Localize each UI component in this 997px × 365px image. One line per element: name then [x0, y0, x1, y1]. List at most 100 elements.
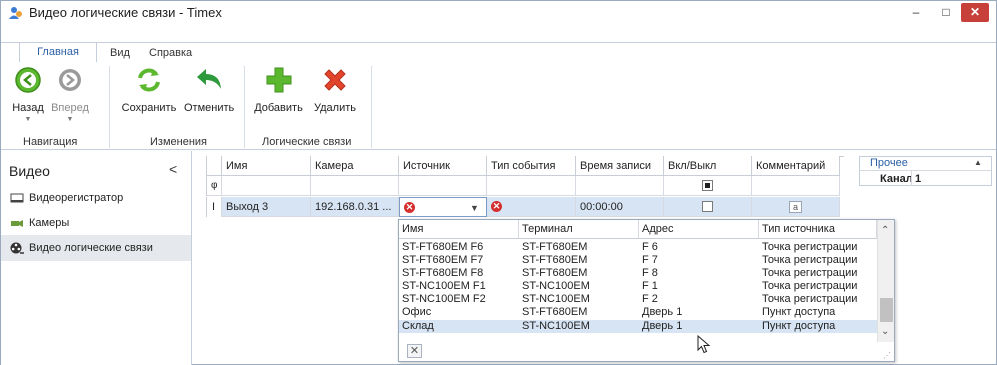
popup-column-terminal[interactable]: Терминал: [519, 220, 639, 239]
column-header-camera[interactable]: Камера: [311, 156, 399, 176]
filter-cell-enabled[interactable]: [664, 176, 752, 196]
list-item[interactable]: ST-FT680EM F7 ST-FT680EM F 7 Точка регис…: [399, 254, 877, 267]
item-name: ST-NC100EM F1: [402, 280, 486, 292]
maximize-button[interactable]: □: [931, 1, 961, 23]
ribbon-separator: [109, 66, 110, 148]
source-combo[interactable]: ✕ ▼: [399, 197, 487, 217]
chevron-down-icon[interactable]: ▼: [470, 198, 479, 216]
forward-button[interactable]: Вперед ▼: [50, 65, 90, 123]
filter-row-marker: φ: [206, 176, 222, 196]
cell-camera[interactable]: 192.168.0.31 ...: [311, 197, 399, 217]
indeterminate-checkbox[interactable]: [702, 179, 713, 191]
filter-cell-camera[interactable]: [311, 176, 399, 196]
item-address: F 8: [642, 267, 658, 279]
list-item[interactable]: ST-NC100EM F2 ST-NC100EM F 2 Точка регис…: [399, 293, 877, 306]
column-header-enabled[interactable]: Вкл/Выкл: [664, 156, 752, 176]
minimize-button[interactable]: –: [901, 1, 931, 23]
plus-icon: [266, 67, 291, 93]
nav-collapse-button[interactable]: <: [169, 161, 177, 177]
forward-dropdown-icon[interactable]: ▼: [50, 116, 90, 123]
cell-event-type[interactable]: ✕: [487, 197, 576, 217]
ribbon: Назад ▼ Вперед ▼ Навигация Сохранить Отм…: [1, 62, 996, 150]
scroll-down-icon[interactable]: ⌄: [881, 326, 889, 337]
scroll-up-icon[interactable]: ⌃: [881, 225, 889, 236]
delete-label: Удалить: [314, 102, 356, 114]
tab-view[interactable]: Вид: [110, 44, 130, 62]
popup-column-source-type[interactable]: Тип источника: [759, 220, 877, 239]
item-name: ST-NC100EM F2: [402, 293, 486, 305]
filter-cell-source[interactable]: [399, 176, 487, 196]
save-label: Сохранить: [121, 102, 177, 114]
error-icon: ✕: [404, 201, 415, 213]
item-address: F 7: [642, 254, 658, 266]
close-button[interactable]: ✕: [961, 3, 989, 22]
clear-selection-button[interactable]: ✕: [407, 344, 422, 358]
filter-cell-name[interactable]: [222, 176, 311, 196]
source-dropdown-popup: Имя Терминал Адрес Тип источника ST-FT68…: [398, 219, 895, 362]
item-type: Точка регистрации: [762, 280, 858, 292]
list-item[interactable]: ST-FT680EM F6 ST-FT680EM F 6 Точка регис…: [399, 241, 877, 254]
back-button[interactable]: Назад ▼: [8, 65, 48, 123]
nav-panel: Видео < Видеорегистратор Камеры Видео ло…: [1, 151, 192, 365]
grid-indicator-header: [206, 156, 222, 176]
column-header-record-time[interactable]: Время записи: [576, 156, 664, 176]
column-header-event-type[interactable]: Тип события: [487, 156, 576, 176]
table-row[interactable]: I Выход 3 192.168.0.31 ... ✕ ▼ ✕ 00:00:0…: [206, 197, 840, 217]
add-button[interactable]: Добавить: [251, 65, 306, 114]
nav-item-cameras[interactable]: Камеры: [1, 210, 191, 236]
list-item[interactable]: Офис ST-FT680EM Дверь 1 Пункт доступа: [399, 306, 877, 319]
column-header-source[interactable]: Источник: [399, 156, 487, 176]
delete-x-icon: [324, 69, 346, 91]
scroll-thumb[interactable]: [880, 298, 893, 322]
back-dropdown-icon[interactable]: ▼: [8, 116, 48, 123]
nav-item-label: Видеорегистратор: [29, 192, 124, 204]
props-row-channel[interactable]: Канал 1: [860, 170, 991, 186]
resize-grip-icon[interactable]: ⋰: [883, 351, 891, 360]
list-item-selected[interactable]: Склад ST-NC100EM Дверь 1 Пункт доступа: [399, 320, 877, 333]
item-terminal: ST-FT680EM: [522, 267, 588, 279]
item-type: Точка регистрации: [762, 293, 858, 305]
ribbon-tab-line: [1, 42, 996, 43]
back-label: Назад: [12, 102, 44, 114]
props-category[interactable]: Прочее ▲: [860, 157, 991, 170]
tab-home[interactable]: Главная: [19, 42, 97, 63]
item-type: Точка регистрации: [762, 241, 858, 253]
cell-name[interactable]: Выход 3: [222, 197, 311, 217]
popup-column-address[interactable]: Адрес: [639, 220, 759, 239]
enabled-checkbox[interactable]: [702, 200, 713, 212]
list-item[interactable]: ST-NC100EM F1 ST-NC100EM F 1 Точка регис…: [399, 280, 877, 293]
mouse-cursor-icon: [697, 335, 711, 354]
links-grid: Имя Камера Источник Тип события Время за…: [206, 156, 844, 217]
item-address: Дверь 1: [642, 306, 683, 318]
column-header-comment[interactable]: Комментарий: [752, 156, 840, 176]
undo-button[interactable]: Отменить: [184, 65, 234, 114]
cell-comment[interactable]: a: [752, 197, 840, 217]
column-header-name[interactable]: Имя: [222, 156, 311, 176]
cell-record-time[interactable]: 00:00:00: [576, 197, 664, 217]
item-name: Склад: [402, 320, 434, 332]
popup-column-name[interactable]: Имя: [399, 220, 519, 239]
filter-cell-event-type[interactable]: [487, 176, 576, 196]
collapse-up-icon[interactable]: ▲: [974, 157, 982, 169]
cell-enabled[interactable]: [664, 197, 752, 217]
save-button[interactable]: Сохранить: [119, 65, 179, 114]
item-name: ST-FT680EM F7: [402, 254, 484, 266]
comment-edit-icon[interactable]: a: [789, 201, 802, 213]
list-item[interactable]: ST-FT680EM F8 ST-FT680EM F 8 Точка регис…: [399, 267, 877, 280]
item-type: Пункт доступа: [762, 306, 836, 318]
camera-icon: [11, 220, 23, 227]
filter-cell-comment[interactable]: [752, 176, 840, 196]
filter-cell-record-time[interactable]: [576, 176, 664, 196]
film-reel-icon: [10, 242, 24, 254]
nav-item-video-links[interactable]: Видео логические связи: [1, 235, 191, 261]
delete-button[interactable]: Удалить: [310, 65, 360, 114]
popup-scrollbar[interactable]: ⌃ ⌄: [877, 220, 894, 342]
properties-panel: Прочее ▲ Канал 1: [859, 156, 992, 186]
props-row-value[interactable]: 1: [915, 171, 921, 187]
item-terminal: ST-FT680EM: [522, 254, 588, 266]
item-terminal: ST-FT680EM: [522, 241, 588, 253]
back-arrow-icon: [15, 67, 41, 93]
nav-item-dvr[interactable]: Видеорегистратор: [1, 185, 191, 211]
group-links-label: Логические связи: [262, 136, 352, 148]
tab-help[interactable]: Справка: [149, 44, 192, 62]
